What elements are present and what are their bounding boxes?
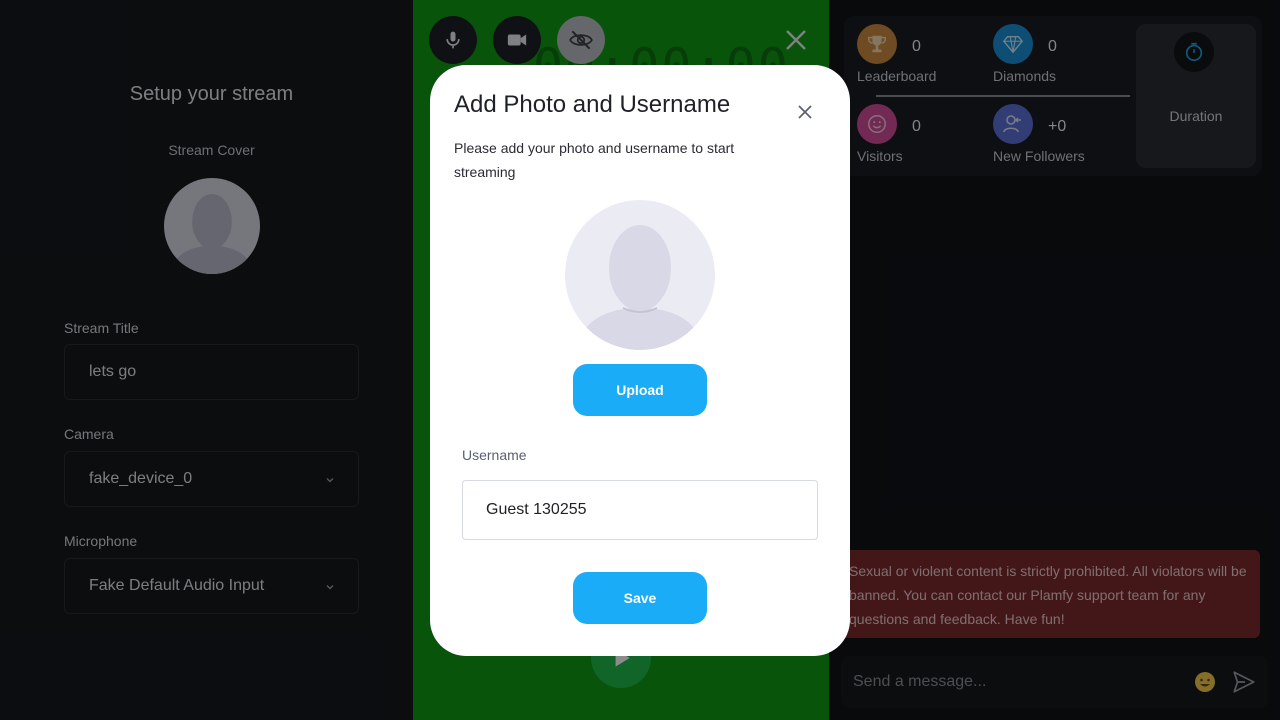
username-input[interactable]	[462, 480, 818, 540]
save-button[interactable]: Save	[573, 572, 707, 624]
upload-button[interactable]: Upload	[573, 364, 707, 416]
modal-title: Add Photo and Username	[454, 91, 731, 118]
username-label: Username	[462, 447, 527, 463]
default-avatar-icon	[577, 225, 703, 350]
modal-description: Please add your photo and username to st…	[454, 140, 735, 180]
add-photo-username-modal: Add Photo and Username Please add your p…	[430, 65, 850, 656]
profile-photo-avatar[interactable]	[565, 200, 715, 350]
close-icon[interactable]	[794, 101, 816, 123]
